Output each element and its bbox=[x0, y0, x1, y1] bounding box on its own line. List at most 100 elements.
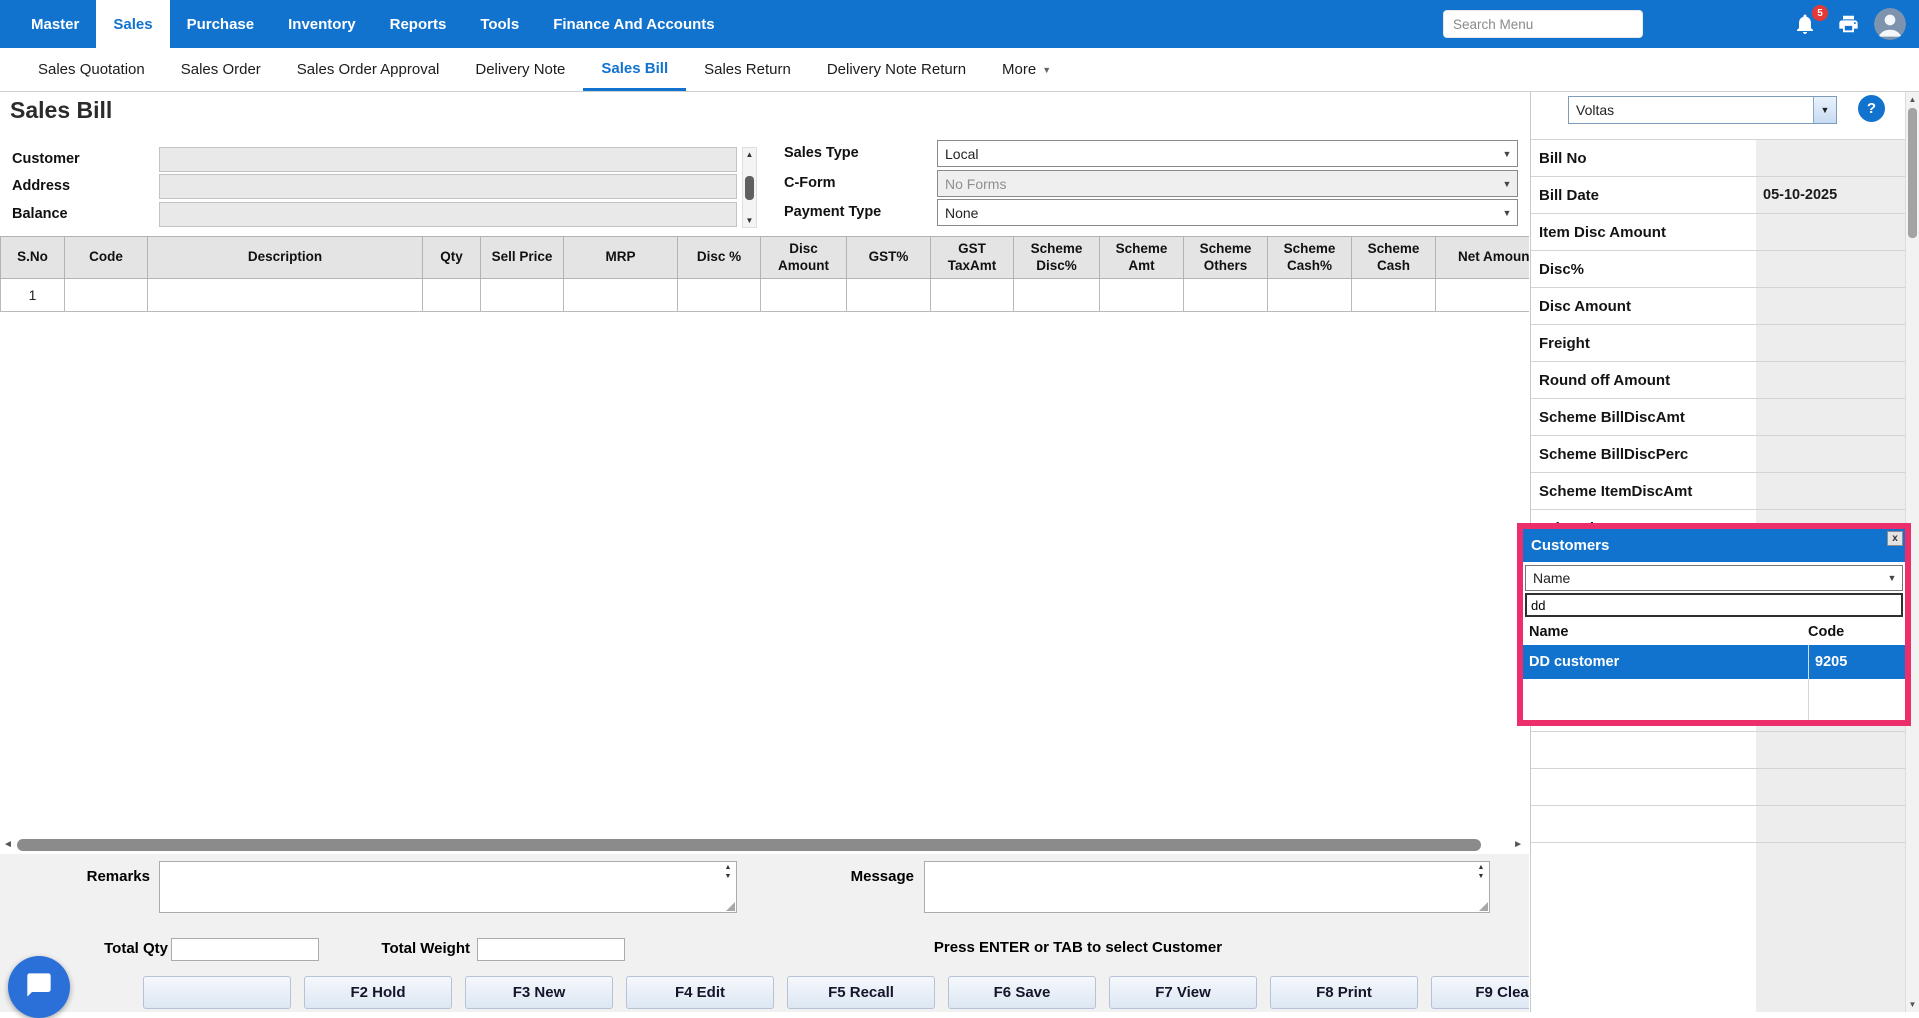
user-avatar[interactable] bbox=[1874, 8, 1906, 40]
cell-gst-taxamt[interactable] bbox=[931, 279, 1014, 312]
horizontal-scrollbar[interactable]: ◄ ► bbox=[0, 837, 1529, 853]
message-spinner[interactable]: ▲ ▼ bbox=[1475, 863, 1487, 881]
scroll-down-icon[interactable]: ▼ bbox=[1906, 1000, 1919, 1009]
cell-mrp[interactable] bbox=[564, 279, 678, 312]
total-weight-label: Total Weight bbox=[352, 940, 470, 957]
scroll-right-icon[interactable]: ► bbox=[1513, 839, 1523, 850]
horizontal-scrollbar-thumb[interactable] bbox=[17, 839, 1481, 851]
notification-count-badge: 5 bbox=[1812, 5, 1828, 21]
cell-scheme-others[interactable] bbox=[1184, 279, 1268, 312]
menu-reports[interactable]: Reports bbox=[373, 0, 464, 48]
menu-tools[interactable]: Tools bbox=[463, 0, 536, 48]
spin-down-icon[interactable]: ▼ bbox=[1478, 872, 1485, 881]
freight-value[interactable] bbox=[1756, 325, 1906, 361]
item-row-1[interactable]: 1 bbox=[1, 279, 1530, 312]
cell-scheme-amt[interactable] bbox=[1100, 279, 1184, 312]
menu-inventory[interactable]: Inventory bbox=[271, 0, 373, 48]
resize-handle-icon[interactable] bbox=[726, 902, 735, 911]
disc-amount-value[interactable] bbox=[1756, 288, 1906, 324]
chat-icon bbox=[24, 971, 54, 1004]
chevron-down-icon: ▼ bbox=[1497, 208, 1517, 218]
tab-delivery-note[interactable]: Delivery Note bbox=[457, 48, 583, 91]
spin-up-icon[interactable]: ▲ bbox=[725, 863, 732, 872]
menu-purchase[interactable]: Purchase bbox=[170, 0, 272, 48]
customer-form-scrollbar[interactable]: ▲ ▼ bbox=[742, 147, 757, 228]
search-menu-input[interactable] bbox=[1443, 10, 1643, 38]
cell-scheme-cash-percent[interactable] bbox=[1268, 279, 1352, 312]
printer-icon[interactable] bbox=[1837, 13, 1860, 40]
remarks-spinner[interactable]: ▲ ▼ bbox=[722, 863, 734, 881]
f9-clear-button[interactable]: F9 Clear bbox=[1431, 976, 1529, 1009]
footer-button-empty[interactable] bbox=[143, 976, 291, 1009]
f8-print-button[interactable]: F8 Print bbox=[1270, 976, 1418, 1009]
scroll-down-icon[interactable]: ▼ bbox=[746, 216, 754, 225]
vertical-scrollbar-thumb[interactable] bbox=[1908, 108, 1917, 238]
tab-more[interactable]: More ▼ bbox=[984, 48, 1069, 91]
page-title: Sales Bill bbox=[10, 97, 112, 124]
scheme-billdiscamt-value[interactable] bbox=[1756, 399, 1906, 435]
col-scheme-cash-percent: Scheme Cash% bbox=[1268, 237, 1352, 279]
item-disc-amount-value[interactable] bbox=[1756, 214, 1906, 250]
scrollbar-thumb[interactable] bbox=[745, 176, 754, 200]
total-weight-input[interactable] bbox=[477, 938, 625, 961]
cell-description[interactable] bbox=[148, 279, 423, 312]
close-icon[interactable]: x bbox=[1887, 531, 1903, 546]
sales-type-select[interactable]: Local ▼ bbox=[937, 140, 1518, 167]
bill-date-value[interactable]: 05-10-2025 bbox=[1756, 177, 1906, 213]
payment-type-select[interactable]: None ▼ bbox=[937, 199, 1518, 226]
f7-view-button[interactable]: F7 View bbox=[1109, 976, 1257, 1009]
scheme-itemdiscamt-value[interactable] bbox=[1756, 473, 1906, 509]
chat-widget-button[interactable] bbox=[8, 956, 70, 1018]
menu-finance-and-accounts[interactable]: Finance And Accounts bbox=[536, 0, 731, 48]
f6-save-button[interactable]: F6 Save bbox=[948, 976, 1096, 1009]
balance-field[interactable] bbox=[159, 202, 737, 227]
customer-filter-select[interactable]: Name ▼ bbox=[1525, 565, 1903, 591]
cell-net-amount[interactable] bbox=[1436, 279, 1530, 312]
customer-result-row-selected[interactable]: DD customer 9205 bbox=[1523, 645, 1905, 679]
cell-code[interactable] bbox=[65, 279, 148, 312]
f4-edit-button[interactable]: F4 Edit bbox=[626, 976, 774, 1009]
help-button[interactable]: ? bbox=[1858, 95, 1885, 122]
menu-master[interactable]: Master bbox=[14, 0, 96, 48]
f3-new-button[interactable]: F3 New bbox=[465, 976, 613, 1009]
scheme-billdiscperc-value[interactable] bbox=[1756, 436, 1906, 472]
menu-sales[interactable]: Sales bbox=[96, 0, 169, 48]
cell-disc-amount[interactable] bbox=[761, 279, 847, 312]
message-box: ▲ ▼ bbox=[924, 861, 1490, 913]
panel-row-scheme-billdiscamt: Scheme BillDiscAmt bbox=[1531, 399, 1906, 436]
payment-type-label: Payment Type bbox=[784, 200, 881, 225]
tab-sales-order[interactable]: Sales Order bbox=[163, 48, 279, 91]
address-field[interactable] bbox=[159, 174, 737, 199]
cell-scheme-cash[interactable] bbox=[1352, 279, 1436, 312]
f2-hold-button[interactable]: F2 Hold bbox=[304, 976, 452, 1009]
tab-sales-return[interactable]: Sales Return bbox=[686, 48, 809, 91]
chevron-down-icon: ▼ bbox=[1497, 149, 1517, 159]
cell-qty[interactable] bbox=[423, 279, 481, 312]
scroll-left-icon[interactable]: ◄ bbox=[3, 839, 13, 850]
tab-sales-order-approval[interactable]: Sales Order Approval bbox=[279, 48, 458, 91]
cell-sell-price[interactable] bbox=[481, 279, 564, 312]
company-select[interactable]: Voltas ▼ bbox=[1568, 96, 1837, 124]
cell-disc-percent[interactable] bbox=[678, 279, 761, 312]
remarks-textarea[interactable] bbox=[159, 861, 737, 913]
bill-no-value[interactable] bbox=[1756, 140, 1906, 176]
tab-sales-bill[interactable]: Sales Bill bbox=[583, 48, 686, 91]
spin-up-icon[interactable]: ▲ bbox=[1478, 863, 1485, 872]
cform-label: C-Form bbox=[784, 171, 836, 196]
f5-recall-button[interactable]: F5 Recall bbox=[787, 976, 935, 1009]
tab-delivery-note-return[interactable]: Delivery Note Return bbox=[809, 48, 984, 91]
total-qty-input[interactable] bbox=[171, 938, 319, 961]
cell-scheme-disc[interactable] bbox=[1014, 279, 1100, 312]
scroll-up-icon[interactable]: ▲ bbox=[1906, 95, 1919, 104]
spin-down-icon[interactable]: ▼ bbox=[725, 872, 732, 881]
tab-sales-quotation[interactable]: Sales Quotation bbox=[20, 48, 163, 91]
disc-percent-value[interactable] bbox=[1756, 251, 1906, 287]
chevron-down-icon[interactable]: ▼ bbox=[1813, 97, 1836, 123]
round-off-value[interactable] bbox=[1756, 362, 1906, 398]
resize-handle-icon[interactable] bbox=[1479, 902, 1488, 911]
cell-gst-percent[interactable] bbox=[847, 279, 931, 312]
scroll-up-icon[interactable]: ▲ bbox=[746, 150, 754, 159]
message-textarea[interactable] bbox=[924, 861, 1490, 913]
customer-field[interactable] bbox=[159, 147, 737, 172]
customer-search-input[interactable] bbox=[1525, 593, 1903, 617]
